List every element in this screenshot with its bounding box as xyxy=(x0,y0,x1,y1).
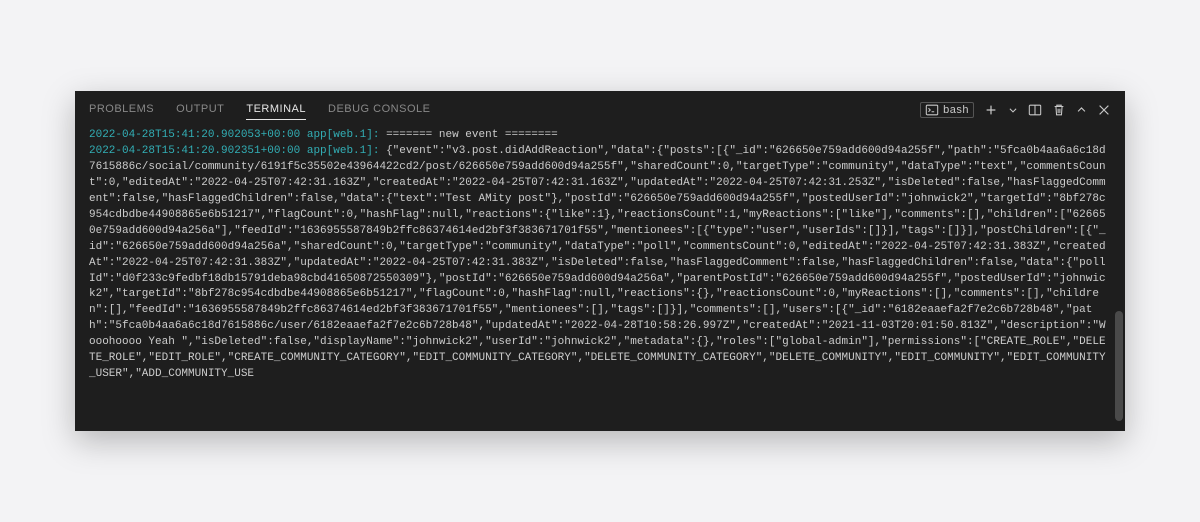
terminal-icon xyxy=(925,103,939,117)
tab-debug-console[interactable]: DEBUG CONSOLE xyxy=(328,99,430,120)
terminal-toolbar: bash xyxy=(920,102,1111,118)
tab-problems[interactable]: PROBLEMS xyxy=(89,99,154,120)
log-message: {"event":"v3.post.didAddReaction","data"… xyxy=(89,145,1106,380)
tab-terminal[interactable]: TERMINAL xyxy=(246,99,306,120)
trash-icon[interactable] xyxy=(1052,103,1066,117)
shell-name: bash xyxy=(943,104,969,116)
log-process: app[web.1]: xyxy=(307,129,380,141)
scrollbar-thumb[interactable] xyxy=(1115,311,1123,421)
terminal-output[interactable]: 2022-04-28T15:41:20.902053+00:00 app[web… xyxy=(75,124,1125,431)
log-process: app[web.1]: xyxy=(307,145,380,157)
log-message: ======= new event ======== xyxy=(386,129,558,141)
close-icon[interactable] xyxy=(1097,103,1111,117)
panel-tabs: PROBLEMS OUTPUT TERMINAL DEBUG CONSOLE xyxy=(89,99,920,120)
shell-selector[interactable]: bash xyxy=(920,102,974,118)
chevron-down-icon[interactable] xyxy=(1008,103,1018,117)
plus-icon[interactable] xyxy=(984,103,998,117)
tab-output[interactable]: OUTPUT xyxy=(176,99,224,120)
log-timestamp: 2022-04-28T15:41:20.902351+00:00 xyxy=(89,145,300,157)
log-timestamp: 2022-04-28T15:41:20.902053+00:00 xyxy=(89,129,300,141)
terminal-panel: PROBLEMS OUTPUT TERMINAL DEBUG CONSOLE b… xyxy=(75,91,1125,431)
split-icon[interactable] xyxy=(1028,103,1042,117)
chevron-up-icon[interactable] xyxy=(1076,103,1087,117)
panel-header: PROBLEMS OUTPUT TERMINAL DEBUG CONSOLE b… xyxy=(75,91,1125,124)
